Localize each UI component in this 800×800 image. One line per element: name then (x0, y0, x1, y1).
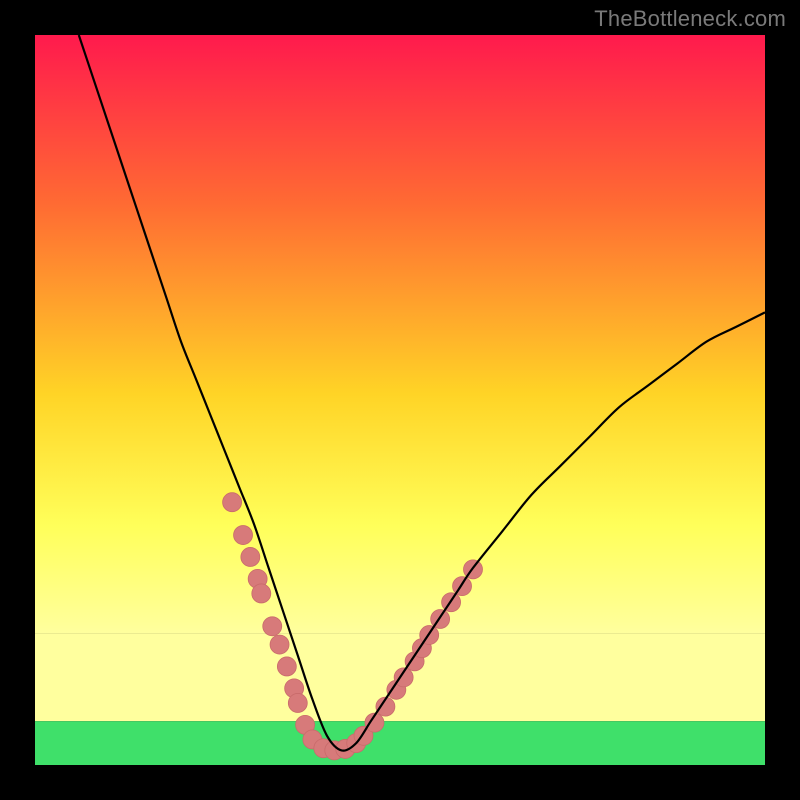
gradient-background (35, 35, 765, 634)
watermark-text: TheBottleneck.com (594, 6, 786, 32)
data-marker (263, 617, 282, 636)
data-marker (270, 635, 289, 654)
green-band (35, 721, 765, 765)
bottleneck-chart (35, 35, 765, 765)
chart-container (35, 35, 765, 765)
data-marker (288, 693, 307, 712)
data-marker (234, 526, 253, 545)
data-marker (277, 657, 296, 676)
data-marker (252, 584, 271, 603)
data-marker (223, 493, 242, 512)
data-marker (241, 547, 260, 566)
